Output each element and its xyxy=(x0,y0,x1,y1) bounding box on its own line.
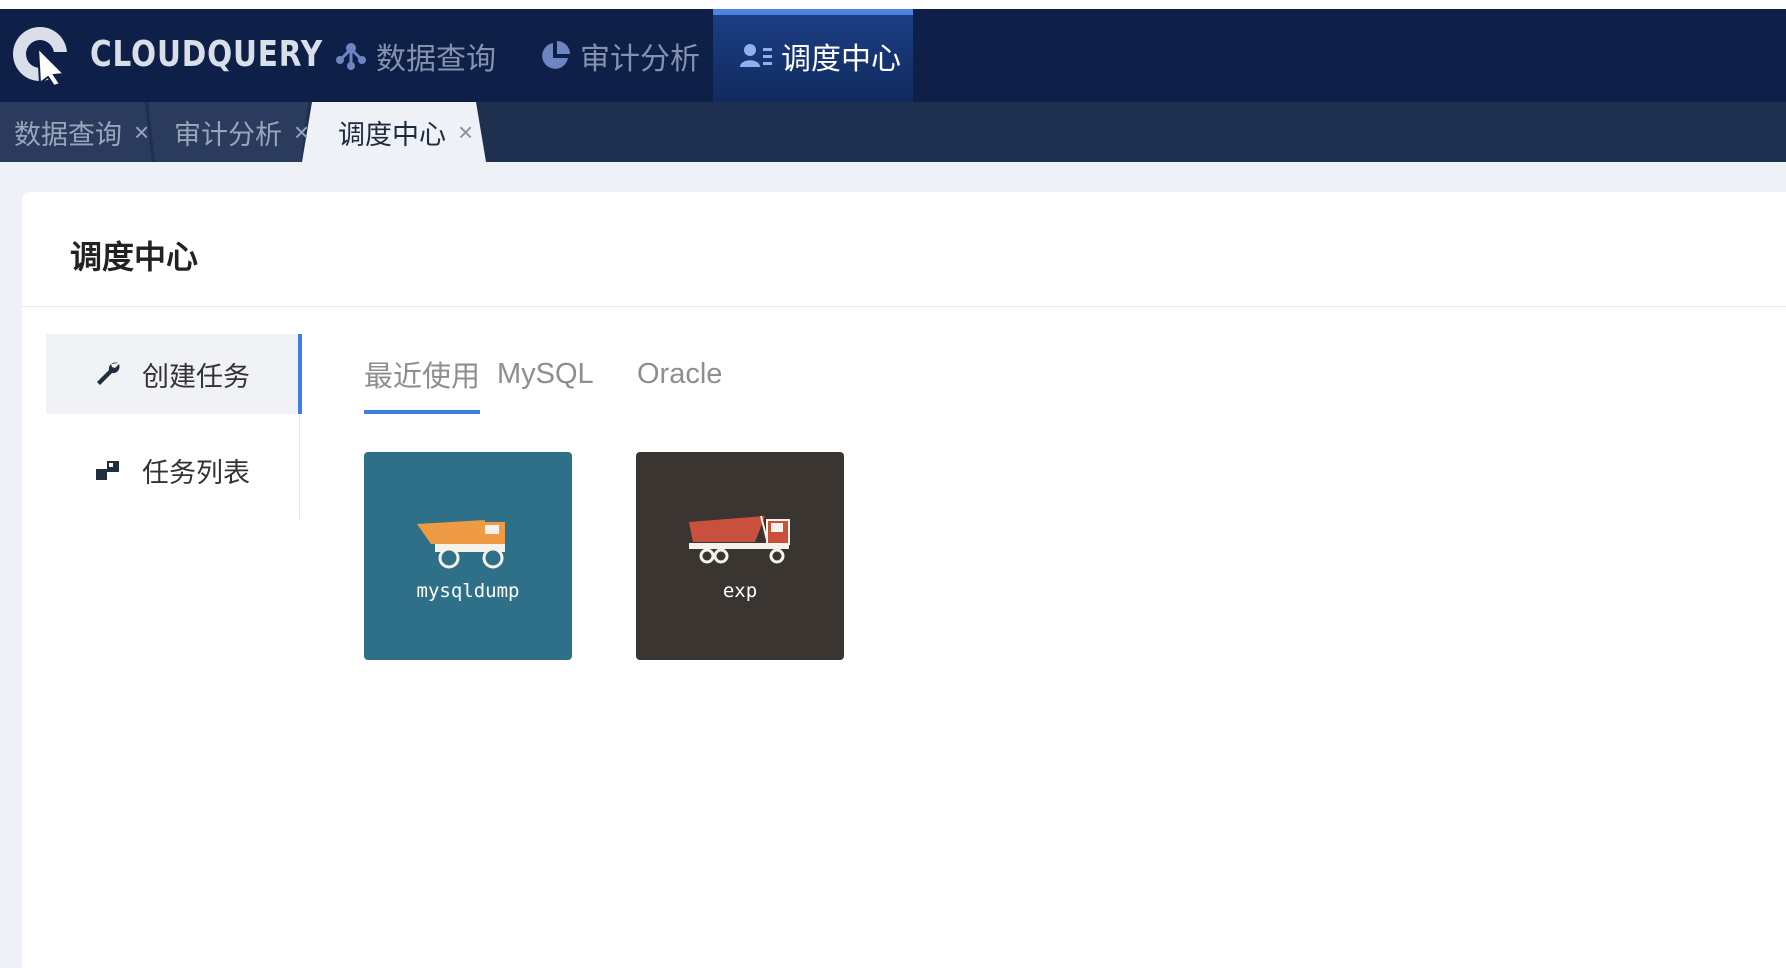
card-label: exp xyxy=(722,580,758,602)
brand-logo[interactable]: CLOUDQUERY xyxy=(10,21,374,87)
dump-truck-icon xyxy=(417,520,505,569)
sidebar-item-label: 创建任务 xyxy=(142,361,250,392)
close-icon[interactable]: × xyxy=(294,117,309,148)
tab-audit-analysis[interactable]: 审计分析 × xyxy=(174,102,309,162)
tab-oracle[interactable]: Oracle xyxy=(637,334,722,414)
schedule-sidebar: 创建任务 任务列表 xyxy=(46,334,302,519)
cloudquery-logo-icon xyxy=(13,27,70,86)
top-strip xyxy=(0,0,1786,9)
sidebar-item-task-list[interactable]: 任务列表 xyxy=(46,430,300,510)
nav-item-data-query[interactable]: 数据查询 xyxy=(334,9,496,102)
page-title: 调度中心 xyxy=(70,239,199,275)
tab-data-query[interactable]: 数据查询 × xyxy=(14,102,149,162)
tool-card-exp[interactable]: exp xyxy=(636,452,844,660)
title-divider xyxy=(22,306,1786,307)
dump-truck-icon xyxy=(689,515,790,564)
nav-item-label: 调度中心 xyxy=(781,42,901,76)
pie-chart-icon xyxy=(542,40,570,69)
tab-label: 调度中心 xyxy=(338,119,446,150)
brand-name: CLOUDQUERY xyxy=(90,33,323,75)
top-navbar: CLOUDQUERY 数据查询 审计分析 调度中心 xyxy=(0,9,1786,102)
sidebar-item-label: 任务列表 xyxy=(142,457,250,488)
nav-item-label: 数据查询 xyxy=(376,42,496,76)
wrench-icon xyxy=(97,362,120,385)
close-icon[interactable]: × xyxy=(458,117,473,148)
nav-item-audit-analysis[interactable]: 审计分析 xyxy=(538,9,700,102)
tab-label: 数据查询 xyxy=(14,119,122,150)
tab-recent[interactable]: 最近使用 xyxy=(364,334,481,414)
content-panel: 调度中心 创建任务 任务列表 最近使用 MySQL Oracle mysqldu… xyxy=(22,192,1786,968)
tool-card-mysqldump[interactable]: mysqldump xyxy=(364,452,572,660)
open-tabs-bar: 数据查询 × 审计分析 × 调度中心 × xyxy=(0,102,1786,162)
blocks-icon xyxy=(96,461,119,480)
share-nodes-icon xyxy=(336,42,366,70)
close-icon[interactable]: × xyxy=(134,117,149,148)
sidebar-item-create-task[interactable]: 创建任务 xyxy=(46,334,302,414)
tab-schedule-center[interactable]: 调度中心 × xyxy=(338,102,473,162)
user-list-icon xyxy=(740,43,772,67)
card-label: mysqldump xyxy=(416,580,520,602)
tab-mysql[interactable]: MySQL xyxy=(497,334,594,414)
nav-item-schedule-center[interactable]: 调度中心 xyxy=(713,9,913,102)
tab-label: 审计分析 xyxy=(174,119,282,150)
nav-item-label: 审计分析 xyxy=(580,42,700,76)
